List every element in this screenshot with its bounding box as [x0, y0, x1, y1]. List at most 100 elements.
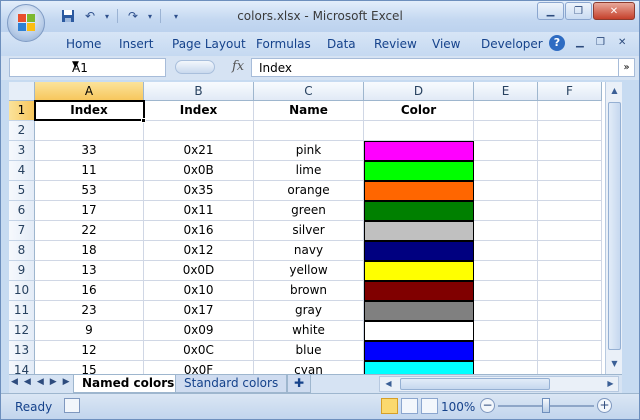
close-button[interactable]: ✕	[593, 2, 635, 20]
header-cell-d[interactable]: Color	[364, 101, 474, 121]
cell-index-decimal[interactable]: 16	[35, 281, 144, 301]
cell-color-name[interactable]: cyan	[254, 361, 364, 374]
zoom-in-button[interactable]: +	[597, 398, 612, 413]
cell-color-name[interactable]: gray	[254, 301, 364, 321]
page-break-view-icon[interactable]	[421, 398, 438, 414]
ribbon-minimize-icon[interactable]: ▁	[576, 37, 584, 48]
cell-index-hex[interactable]: 0x17	[144, 301, 254, 321]
scroll-left-icon[interactable]: ◀	[380, 376, 397, 392]
page-layout-view-icon[interactable]	[401, 398, 418, 414]
cell[interactable]	[474, 141, 538, 161]
cell-color-name[interactable]: yellow	[254, 261, 364, 281]
tab-view[interactable]: View	[432, 37, 460, 51]
cell-color-name[interactable]: navy	[254, 241, 364, 261]
cell[interactable]	[474, 361, 538, 374]
tab-review[interactable]: Review	[374, 37, 417, 51]
tab-home[interactable]: Home	[66, 37, 101, 51]
cell[interactable]	[538, 161, 602, 181]
insert-sheet-icon[interactable]: ✚	[287, 375, 312, 393]
cell-color-name[interactable]: green	[254, 201, 364, 221]
cell[interactable]	[35, 121, 144, 141]
cell-color-swatch[interactable]	[364, 221, 474, 241]
cell[interactable]	[474, 181, 538, 201]
header-cell-c[interactable]: Name	[254, 101, 364, 121]
row-header[interactable]: 4	[9, 161, 35, 181]
cell-index-decimal[interactable]: 9	[35, 321, 144, 341]
cell-index-decimal[interactable]: 15	[35, 361, 144, 374]
column-header-f[interactable]: F	[538, 82, 602, 101]
cell[interactable]	[474, 221, 538, 241]
cell-index-hex[interactable]: 0x0F	[144, 361, 254, 374]
cell[interactable]	[474, 201, 538, 221]
cell-index-hex[interactable]: 0x0B	[144, 161, 254, 181]
sheet-tab-standard-colors[interactable]: Standard colors	[175, 375, 288, 393]
cell[interactable]	[538, 121, 602, 141]
cell-color-swatch[interactable]	[364, 301, 474, 321]
select-all-corner[interactable]	[9, 82, 35, 101]
cell-index-hex[interactable]: 0x12	[144, 241, 254, 261]
scroll-right-icon[interactable]: ▶	[602, 376, 619, 392]
cell[interactable]	[474, 261, 538, 281]
cell-color-name[interactable]: white	[254, 321, 364, 341]
cell-color-swatch[interactable]	[364, 141, 474, 161]
column-header-c[interactable]: C	[254, 82, 364, 101]
scroll-down-icon[interactable]: ▼	[606, 355, 623, 372]
cell-index-hex[interactable]: 0x16	[144, 221, 254, 241]
cell-index-decimal[interactable]: 11	[35, 161, 144, 181]
horizontal-scrollbar[interactable]: ◀ ▶	[379, 376, 619, 392]
worksheet-grid[interactable]: A B C D E F 1 Index Index Name Color 2 3 33 0x21 pink 4 1…	[9, 82, 605, 374]
row-header[interactable]: 1	[9, 101, 35, 121]
cell[interactable]	[538, 221, 602, 241]
formula-bar-grip[interactable]	[175, 60, 215, 74]
cell-color-swatch[interactable]	[364, 261, 474, 281]
row-header[interactable]: 11	[9, 301, 35, 321]
row-header[interactable]: 7	[9, 221, 35, 241]
cell-color-swatch[interactable]	[364, 201, 474, 221]
cell-index-decimal[interactable]: 33	[35, 141, 144, 161]
cell-color-swatch[interactable]	[364, 281, 474, 301]
cell[interactable]	[474, 301, 538, 321]
scroll-up-icon[interactable]: ▲	[606, 82, 623, 99]
zoom-level[interactable]: 100%	[441, 400, 475, 414]
cell[interactable]	[538, 361, 602, 374]
cell-color-name[interactable]: orange	[254, 181, 364, 201]
tab-insert[interactable]: Insert	[119, 37, 153, 51]
cell-index-decimal[interactable]: 18	[35, 241, 144, 261]
restore-button[interactable]: ❐	[565, 2, 592, 20]
office-button[interactable]	[7, 4, 45, 42]
horizontal-scroll-thumb[interactable]	[400, 378, 550, 390]
cell-color-swatch[interactable]	[364, 241, 474, 261]
cell[interactable]	[144, 121, 254, 141]
sheet-tab-named-colors[interactable]: Named colors	[73, 375, 184, 393]
ribbon-close-icon[interactable]: ✕	[618, 37, 626, 48]
tab-page-layout[interactable]: Page Layout	[172, 37, 246, 51]
cell-index-decimal[interactable]: 17	[35, 201, 144, 221]
cell-color-swatch[interactable]	[364, 361, 474, 374]
cell-index-hex[interactable]: 0x0C	[144, 341, 254, 361]
tab-developer[interactable]: Developer	[481, 37, 543, 51]
cell[interactable]	[474, 161, 538, 181]
name-box[interactable]: A1 ▼	[9, 58, 166, 77]
column-header-a[interactable]: A	[35, 82, 144, 101]
zoom-slider-knob[interactable]	[542, 398, 550, 413]
row-header[interactable]: 12	[9, 321, 35, 341]
row-header[interactable]: 2	[9, 121, 35, 141]
cell-index-hex[interactable]: 0x35	[144, 181, 254, 201]
vertical-scrollbar[interactable]: ▲ ▼	[605, 82, 622, 374]
cell[interactable]	[254, 121, 364, 141]
cell-index-hex[interactable]: 0x21	[144, 141, 254, 161]
row-header[interactable]: 14	[9, 361, 35, 374]
row-header[interactable]: 13	[9, 341, 35, 361]
cell-index-hex[interactable]: 0x11	[144, 201, 254, 221]
fill-handle[interactable]	[141, 118, 146, 123]
cell-index-decimal[interactable]: 53	[35, 181, 144, 201]
chevron-down-icon[interactable]: ▼	[72, 60, 161, 70]
cell[interactable]	[474, 281, 538, 301]
cell[interactable]	[538, 261, 602, 281]
cell-index-hex[interactable]: 0x0D	[144, 261, 254, 281]
cell[interactable]	[364, 121, 474, 141]
tab-formulas[interactable]: Formulas	[256, 37, 311, 51]
vertical-scroll-thumb[interactable]	[608, 102, 621, 350]
cell[interactable]	[538, 281, 602, 301]
column-header-e[interactable]: E	[474, 82, 538, 101]
